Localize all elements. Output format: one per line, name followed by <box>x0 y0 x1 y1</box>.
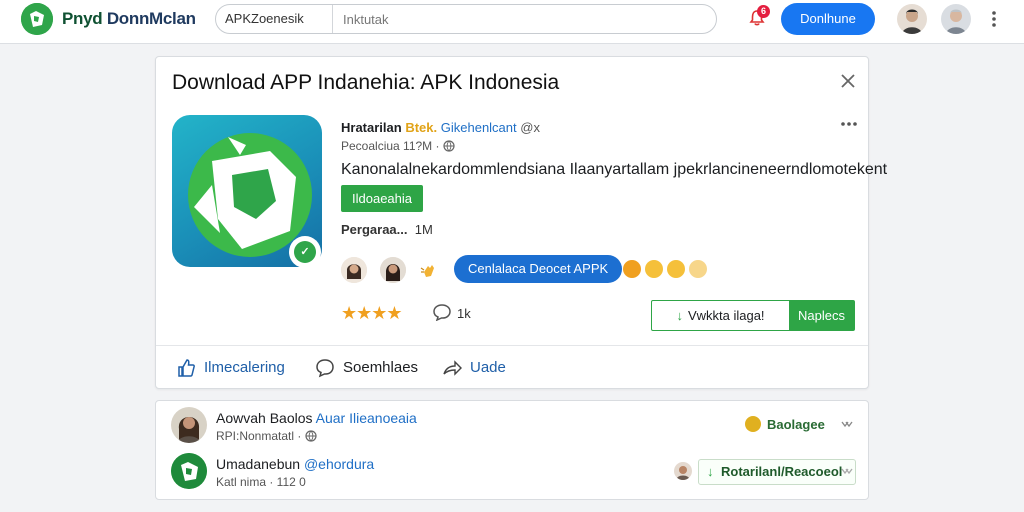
download-logo-icon[interactable] <box>21 3 53 35</box>
author-handle[interactable]: Gikehenlcant <box>441 120 517 135</box>
smile-reaction-icon[interactable] <box>645 260 663 278</box>
search-input[interactable] <box>332 5 717 33</box>
commenter-name-line: Umadanebun @ehordura <box>216 456 374 472</box>
brand-name-a: Pnyd <box>62 9 103 28</box>
wave-hand-icon <box>420 265 434 277</box>
install-split-button: ↓ Vwkkta ilaga! Naplecs <box>651 300 855 331</box>
author-at: @x <box>520 120 540 135</box>
reply-button[interactable]: ↓ Rotarilanl/Reacoeol <box>698 459 856 485</box>
commenter-name-line: Aowvah Baolos Auar Ilieanoeaia <box>216 410 417 426</box>
reactor-avatar[interactable] <box>341 257 367 283</box>
app-post-card: Download APP Indanehia: APK Indonesia ✓ … <box>155 56 887 389</box>
comment-meta: Katl nima · 112 0 <box>216 475 306 489</box>
reactor-avatar[interactable] <box>380 257 406 283</box>
more-options-icon[interactable] <box>840 119 858 129</box>
globe-icon <box>443 140 455 152</box>
rating-stars: ★★★★ <box>341 303 403 323</box>
laugh-reaction-icon[interactable] <box>667 260 685 278</box>
commenter-name[interactable]: Aowvah Baolos <box>216 410 313 426</box>
download-apk-button[interactable]: Cenlalaca Deocet APPK <box>454 255 623 283</box>
search-bar: APKZoenesik <box>215 4 717 34</box>
share-action-label: Uade <box>470 359 506 376</box>
globe-icon <box>305 430 317 442</box>
comment-meta: RPI:Nonmatatl · <box>216 429 317 443</box>
install-button[interactable]: ↓ Vwkkta ilaga! <box>652 301 789 330</box>
author-name[interactable]: Hratarilan <box>341 120 402 135</box>
commenter-group[interactable]: @ehordura <box>304 456 374 472</box>
comment-count: 1k <box>457 306 471 321</box>
share-arrow-icon <box>443 360 462 376</box>
wow-reaction-icon[interactable] <box>689 260 707 278</box>
comment-action-button[interactable]: Soemhlaes <box>315 358 425 378</box>
brand-name[interactable]: Pnyd DonnMclan <box>62 9 196 29</box>
chevron-down-icon[interactable] <box>841 467 853 477</box>
post-description: Kanonalalnekardommlendsiana Ilaanyartall… <box>341 161 888 178</box>
like-action-button[interactable]: Ilmecalering <box>176 358 296 378</box>
comments-card: Aowvah Baolos Auar Ilieanoeaia RPI:Nonma… <box>155 400 869 500</box>
author-line: Hratarilan Btek. Gikehenlcant @x <box>341 120 540 135</box>
page-title: Download APP Indanehia: APK Indonesia <box>172 71 560 94</box>
commenter-avatar-app[interactable] <box>171 453 207 489</box>
divider <box>156 345 868 346</box>
comment-icon[interactable] <box>432 303 452 321</box>
user-avatar[interactable] <box>897 4 927 34</box>
install-button-label: Vwkkta ilaga! <box>687 308 765 323</box>
brand-name-b: DonnMclan <box>106 9 196 28</box>
profile-avatar[interactable] <box>941 4 971 34</box>
post-time: Pecoalciua 11?M <box>341 139 433 153</box>
comment-action-label: Soemhlaes <box>343 359 419 376</box>
chevron-down-icon[interactable] <box>841 420 853 430</box>
kebab-vertical-icon[interactable] <box>988 9 1000 29</box>
download-arrow-icon: ↓ <box>676 308 683 323</box>
download-arrow-icon: ↓ <box>707 464 714 479</box>
thumbs-up-icon <box>178 359 195 377</box>
star-reaction-icon[interactable] <box>623 260 641 278</box>
commenter-badge: Baolagee <box>767 417 825 432</box>
notification-badge: 6 <box>757 5 770 18</box>
post-meta: Pecoalciua 11?M · <box>341 139 455 153</box>
comment-icon <box>316 359 334 378</box>
top-navigation-bar: Pnyd DonnMclan APKZoenesik 6 Donlhune <box>0 0 1024 44</box>
search-scope-selector[interactable]: APKZoenesik <box>225 11 304 26</box>
stats-value: 1M <box>414 222 433 237</box>
close-icon[interactable] <box>839 72 857 90</box>
like-action-label: Ilmecalering <box>204 359 285 376</box>
options-button[interactable]: Naplecs <box>789 301 854 330</box>
download-top-button[interactable]: Donlhune <box>781 3 875 35</box>
stats-label: Pergaraa... <box>341 222 408 237</box>
share-action-button[interactable]: Uade <box>442 358 512 378</box>
category-tag-button[interactable]: Ildoaeahia <box>341 185 423 212</box>
badge-emoji-icon <box>745 416 761 432</box>
author-highlight: Btek. <box>405 120 438 135</box>
reply-avatar[interactable] <box>674 462 692 480</box>
meta-separator: · <box>435 139 440 153</box>
reply-button-label: Rotarilanl/Reacoeol <box>721 464 843 479</box>
commenter-group[interactable]: Auar Ilieanoeaia <box>316 410 417 426</box>
download-stats: Pergaraa... 1M <box>341 222 433 237</box>
comment-meta-text: RPI:Nonmatatl · <box>216 429 302 443</box>
commenter-name[interactable]: Umadanebun <box>216 456 300 472</box>
verified-check-icon: ✓ <box>289 236 321 268</box>
commenter-avatar[interactable] <box>171 407 207 443</box>
